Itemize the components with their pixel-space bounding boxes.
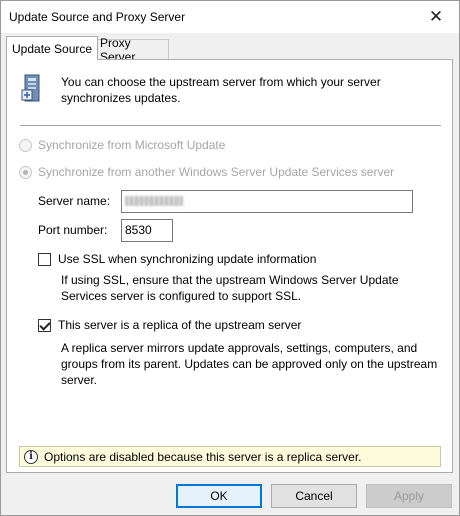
server-icon — [21, 74, 40, 102]
port-number-input[interactable]: 8530 — [121, 219, 173, 242]
banner-text: Options are disabled because this server… — [44, 449, 362, 464]
radio-button-selected[interactable] — [19, 165, 32, 179]
intro-text: You can choose the upstream server from … — [61, 75, 381, 105]
window-title: Update Source and Proxy Server — [9, 10, 186, 24]
ok-button[interactable]: OK — [176, 484, 262, 508]
use-ssl-checkbox-row[interactable]: Use SSL when synchronizing update inform… — [38, 252, 316, 266]
separator — [20, 125, 441, 126]
close-icon[interactable]: ✕ — [413, 1, 459, 33]
radio-microsoft-update[interactable]: Synchronize from Microsoft Update — [19, 138, 225, 152]
info-banner: i Options are disabled because this serv… — [19, 446, 441, 467]
use-ssl-checkbox[interactable] — [38, 252, 51, 266]
use-ssl-description: If using SSL, ensure that the upstream W… — [61, 273, 399, 303]
replica-checkbox[interactable] — [38, 318, 51, 332]
cancel-button[interactable]: Cancel — [271, 484, 357, 508]
tab-panel: You can choose the upstream server from … — [6, 59, 453, 473]
redacted-server-name — [125, 196, 183, 206]
replica-description: A replica server mirrors update approval… — [61, 341, 438, 387]
radio-label: Synchronize from Microsoft Update — [38, 138, 226, 152]
tab-update-source[interactable]: Update Source — [6, 36, 99, 60]
radio-button[interactable] — [19, 138, 32, 152]
use-ssl-label: Use SSL when synchronizing update inform… — [58, 252, 317, 266]
apply-button[interactable]: Apply — [366, 484, 452, 508]
tab-proxy-server[interactable]: Proxy Server — [94, 36, 169, 64]
info-icon: i — [24, 449, 38, 464]
server-name-label: Server name: — [38, 194, 111, 208]
server-name-input[interactable] — [121, 190, 413, 213]
dialog-window: Update Source and Proxy Server ✕ Update … — [0, 0, 460, 516]
port-number-label: Port number: — [38, 223, 108, 237]
radio-wsus-server[interactable]: Synchronize from another Windows Server … — [19, 165, 394, 179]
radio-label: Synchronize from another Windows Server … — [38, 165, 395, 179]
title-bar: Update Source and Proxy Server ✕ — [1, 1, 459, 33]
replica-label: This server is a replica of the upstream… — [58, 318, 302, 332]
replica-checkbox-row[interactable]: This server is a replica of the upstream… — [38, 318, 301, 332]
